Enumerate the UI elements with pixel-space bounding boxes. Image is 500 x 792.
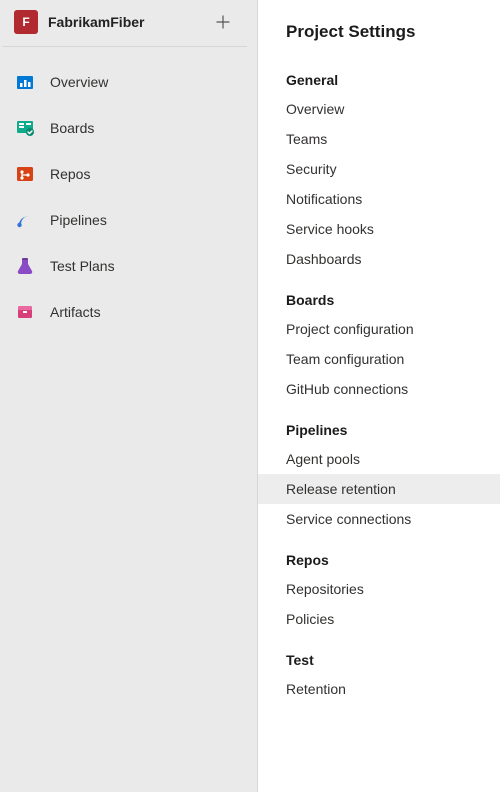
- settings-item-service-connections[interactable]: Service connections: [258, 504, 500, 534]
- sidebar-item-label: Pipelines: [50, 212, 107, 228]
- settings-item-release-retention[interactable]: Release retention: [258, 474, 500, 504]
- settings-item-retention[interactable]: Retention: [258, 674, 500, 704]
- add-button[interactable]: [211, 10, 235, 34]
- section-heading: General: [258, 60, 500, 94]
- section-heading: Boards: [258, 280, 500, 314]
- settings-item-repositories[interactable]: Repositories: [258, 574, 500, 604]
- sidebar-item-boards[interactable]: Boards: [0, 105, 257, 151]
- settings-item-policies[interactable]: Policies: [258, 604, 500, 634]
- settings-item-service-hooks[interactable]: Service hooks: [258, 214, 500, 244]
- repos-icon: [14, 163, 36, 185]
- sidebar-item-label: Overview: [50, 74, 108, 90]
- settings-item-security[interactable]: Security: [258, 154, 500, 184]
- settings-item-dashboards[interactable]: Dashboards: [258, 244, 500, 274]
- sidebar: F FabrikamFiber Overview Boards Repos: [0, 0, 258, 792]
- artifacts-icon: [14, 301, 36, 323]
- sidebar-item-overview[interactable]: Overview: [0, 59, 257, 105]
- project-name[interactable]: FabrikamFiber: [48, 14, 211, 30]
- pipelines-icon: [14, 209, 36, 231]
- section-heading: Repos: [258, 540, 500, 574]
- settings-item-github-connections[interactable]: GitHub connections: [258, 374, 500, 404]
- settings-panel: Project Settings GeneralOverviewTeamsSec…: [258, 0, 500, 792]
- sidebar-item-test-plans[interactable]: Test Plans: [0, 243, 257, 289]
- project-avatar[interactable]: F: [14, 10, 38, 34]
- settings-item-teams[interactable]: Teams: [258, 124, 500, 154]
- sidebar-item-repos[interactable]: Repos: [0, 151, 257, 197]
- sidebar-item-artifacts[interactable]: Artifacts: [0, 289, 257, 335]
- panel-title: Project Settings: [258, 22, 500, 60]
- overview-icon: [14, 71, 36, 93]
- settings-item-team-configuration[interactable]: Team configuration: [258, 344, 500, 374]
- settings-item-overview[interactable]: Overview: [258, 94, 500, 124]
- nav-list: Overview Boards Repos Pipelines Test Pla…: [0, 55, 257, 339]
- settings-item-agent-pools[interactable]: Agent pools: [258, 444, 500, 474]
- section-heading: Test: [258, 640, 500, 674]
- test-plans-icon: [14, 255, 36, 277]
- section-heading: Pipelines: [258, 410, 500, 444]
- settings-item-project-configuration[interactable]: Project configuration: [258, 314, 500, 344]
- sidebar-item-label: Boards: [50, 120, 94, 136]
- sidebar-item-label: Repos: [50, 166, 90, 182]
- plus-icon: [216, 15, 230, 29]
- sidebar-header: F FabrikamFiber: [2, 0, 247, 47]
- sidebar-item-label: Artifacts: [50, 304, 101, 320]
- boards-icon: [14, 117, 36, 139]
- settings-item-notifications[interactable]: Notifications: [258, 184, 500, 214]
- sidebar-item-pipelines[interactable]: Pipelines: [0, 197, 257, 243]
- sidebar-item-label: Test Plans: [50, 258, 115, 274]
